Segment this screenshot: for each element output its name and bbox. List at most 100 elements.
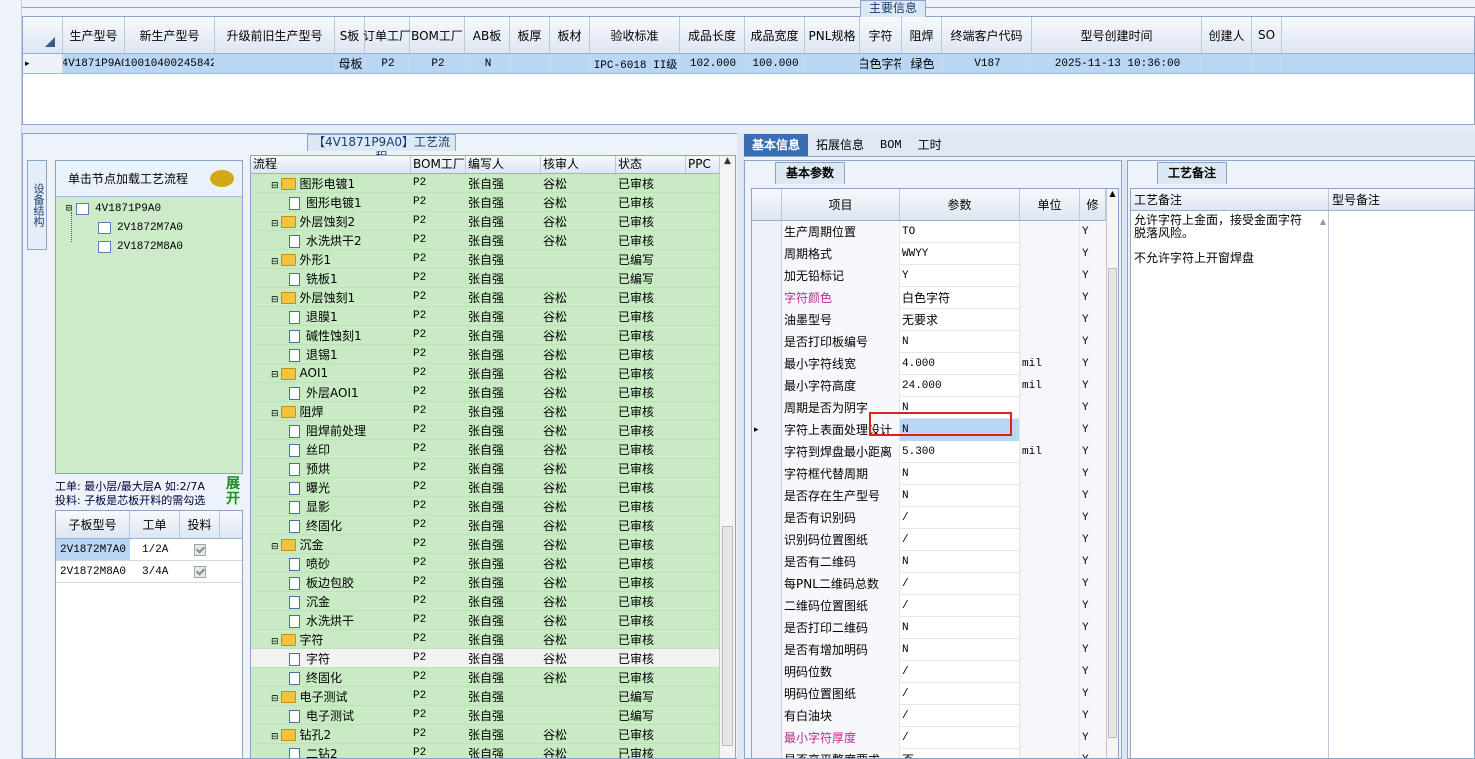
cell[interactable]: 2025-11-13 10:36:00 — [1032, 54, 1202, 73]
param-value[interactable]: TO — [900, 220, 1020, 243]
param-row[interactable]: 是否存在生产型号 N Y — [752, 484, 1118, 507]
col-header[interactable]: 升级前旧生产型号 — [215, 17, 335, 53]
col-header[interactable]: 成品宽度 — [745, 17, 805, 53]
expand-button[interactable]: 展开 — [223, 477, 243, 509]
param-value[interactable]: 否 — [900, 748, 1020, 758]
param-row[interactable]: 生产周期位置 TO Y — [752, 220, 1118, 243]
param-row[interactable]: 加无铅标记 Y Y — [752, 264, 1118, 287]
scroll-up-icon[interactable]: ▲ — [1320, 215, 1326, 228]
col-header[interactable]: AB板 — [465, 17, 510, 53]
cell[interactable]: 绿色 — [902, 54, 942, 73]
param-value[interactable]: / — [900, 528, 1020, 551]
tree-header[interactable]: 单击节点加载工艺流程 — [56, 161, 242, 197]
process-row[interactable]: 电子测试 P2 张自强 已编写 — [251, 706, 735, 725]
collapse-icon[interactable]: ⊟ — [271, 637, 279, 647]
col-header[interactable]: 状态 — [616, 156, 686, 173]
tab-extended-info[interactable]: 拓展信息 — [808, 134, 872, 156]
param-value[interactable]: / — [900, 682, 1020, 705]
cell[interactable]: 100.000 — [745, 54, 805, 73]
process-scrollbar[interactable]: ▲ — [719, 156, 735, 758]
cell-order[interactable]: 1/2A — [130, 539, 180, 560]
process-row[interactable]: 二钻2 P2 张自强 谷松 已审核 — [251, 744, 735, 758]
col-unit[interactable]: 单位 — [1020, 189, 1080, 220]
param-row[interactable]: 字符颜色 白色字符 Y — [752, 286, 1118, 309]
process-row[interactable]: 字符 P2 张自强 谷松 已审核 — [251, 649, 735, 668]
tab-basic-info[interactable]: 基本信息 — [744, 134, 809, 156]
process-grid[interactable]: 流程 BOM工厂 编写人 核审人 状态 PPC ⊟ 图形电镀1 P2 张自强 谷松 已审核 图形电镀1… — [250, 155, 736, 759]
param-row[interactable]: 是否打印板编号 N Y — [752, 330, 1118, 353]
cell[interactable]: 10010400245842 — [125, 54, 215, 73]
param-row[interactable]: 明码位置图纸 / Y — [752, 682, 1118, 705]
cell[interactable]: N — [465, 54, 510, 73]
device-structure-side-tab[interactable]: 设备结构 — [27, 160, 47, 250]
vertical-splitter[interactable] — [737, 133, 744, 759]
col-process-remark[interactable]: 工艺备注 — [1131, 189, 1329, 210]
col-feed[interactable]: 投料 — [180, 511, 220, 538]
basic-params-tab[interactable]: 基本参数 — [775, 162, 845, 184]
collapse-icon[interactable]: ⊟ — [271, 409, 279, 419]
param-row[interactable]: 是否有识别码 / Y — [752, 506, 1118, 529]
col-model-remark[interactable]: 型号备注 — [1329, 189, 1474, 210]
param-row[interactable]: 有白油块 / Y — [752, 704, 1118, 727]
basic-params-grid[interactable]: 项目 参数 单位 修 生产周期位置 TO Y 周期格式 WWYY Y 加无铅标记 Y Y 字符颜色… — [751, 188, 1119, 759]
process-row[interactable]: 终固化 P2 张自强 谷松 已审核 — [251, 516, 735, 535]
col-header[interactable]: 生产型号 — [63, 17, 125, 53]
process-row[interactable]: 阻焊前处理 P2 张自强 谷松 已审核 — [251, 421, 735, 440]
process-row[interactable]: 图形电镀1 P2 张自强 谷松 已审核 — [251, 193, 735, 212]
param-value[interactable]: N — [900, 462, 1020, 485]
cell[interactable] — [1252, 54, 1282, 73]
tree-node-child[interactable]: 2V1872M7A0 — [56, 218, 242, 237]
process-row[interactable]: 丝印 P2 张自强 谷松 已审核 — [251, 440, 735, 459]
col-header[interactable]: 核审人 — [541, 156, 616, 173]
param-row[interactable]: 油墨型号 无要求 Y — [752, 308, 1118, 331]
param-row[interactable]: 最小字符线宽 4.000 mil Y — [752, 352, 1118, 375]
col-header[interactable]: S板 — [335, 17, 365, 53]
process-row[interactable]: 碱性蚀刻1 P2 张自强 谷松 已审核 — [251, 326, 735, 345]
remark-tab[interactable]: 工艺备注 — [1157, 162, 1227, 184]
cell[interactable]: 白色字符 — [860, 54, 902, 73]
node-checkbox[interactable] — [76, 202, 90, 215]
param-row[interactable]: 最小字符高度 24.000 mil Y — [752, 374, 1118, 397]
cell[interactable]: P2 — [410, 54, 465, 73]
process-row[interactable]: ⊟ 阻焊 P2 张自强 谷松 已审核 — [251, 402, 735, 421]
process-row[interactable]: ⊟ 外层蚀刻1 P2 张自强 谷松 已审核 — [251, 288, 735, 307]
param-row[interactable]: 是否高平整度要求否 Y — [752, 748, 1118, 758]
remark-grid[interactable]: 工艺备注 型号备注 允许字符上金面，接受金面字符脱落风险。 不允许字符上开窗焊盘… — [1130, 188, 1475, 759]
col-header[interactable]: BOM工厂 — [410, 17, 465, 53]
col-header[interactable]: 型号创建时间 — [1032, 17, 1202, 53]
col-header[interactable]: 流程 — [251, 156, 411, 173]
sub-board-row[interactable]: 2V1872M8A0 3/4A — [56, 561, 242, 583]
sub-board-row[interactable]: 2V1872M7A0 1/2A — [56, 539, 242, 561]
collapse-icon[interactable]: ⊟ — [271, 694, 279, 704]
process-row[interactable]: 沉金 P2 张自强 谷松 已审核 — [251, 592, 735, 611]
process-row[interactable]: ⊟ 字符 P2 张自强 谷松 已审核 — [251, 630, 735, 649]
param-value[interactable]: / — [900, 660, 1020, 683]
param-value[interactable]: / — [900, 506, 1020, 529]
process-row[interactable]: ⊟ 钻孔2 P2 张自强 谷松 已审核 — [251, 725, 735, 744]
param-value[interactable]: / — [900, 726, 1020, 749]
param-value[interactable]: Y — [900, 264, 1020, 287]
process-flow-tab[interactable]: 【4V1871P9A0】工艺流程 — [307, 134, 456, 164]
collapse-icon[interactable]: ⊟ — [271, 219, 279, 229]
process-row[interactable]: ⊟ 外形1 P2 张自强 已编写 — [251, 250, 735, 269]
param-row[interactable]: 字符到焊盘最小距离 5.300 mil Y — [752, 440, 1118, 463]
process-row[interactable]: 退锡1 P2 张自强 谷松 已审核 — [251, 345, 735, 364]
param-row[interactable]: 识别码位置图纸 / Y — [752, 528, 1118, 551]
param-value[interactable]: 4.000 — [900, 352, 1020, 375]
col-header[interactable]: 终端客户代码 — [942, 17, 1032, 53]
param-value[interactable]: 无要求 — [900, 308, 1020, 331]
main-info-row[interactable]: ▸ 4V1871P9A0 10010400245842 母板 P2 P2 N IPC-6018… — [23, 54, 1474, 74]
param-value[interactable]: N — [900, 550, 1020, 573]
main-info-grid[interactable]: 生产型号 新生产型号 升级前旧生产型号 S板 订单工厂 BOM工厂 AB板 板厚 板材 验收标准成… — [22, 16, 1475, 125]
node-checkbox[interactable] — [98, 221, 111, 234]
cell-model[interactable]: 2V1872M8A0 — [56, 561, 130, 582]
process-row[interactable]: 水洗烘干 P2 张自强 谷松 已审核 — [251, 611, 735, 630]
param-value[interactable]: 5.300 — [900, 440, 1020, 463]
process-row[interactable]: 铣板1 P2 张自强 已编写 — [251, 269, 735, 288]
collapse-icon[interactable]: ⊟ — [271, 542, 279, 552]
col-header[interactable]: 成品长度 — [680, 17, 745, 53]
cell[interactable] — [215, 54, 335, 73]
scroll-thumb[interactable] — [1108, 268, 1117, 738]
col-header[interactable]: PPC — [686, 156, 721, 173]
col-header[interactable]: 字符 — [860, 17, 902, 53]
